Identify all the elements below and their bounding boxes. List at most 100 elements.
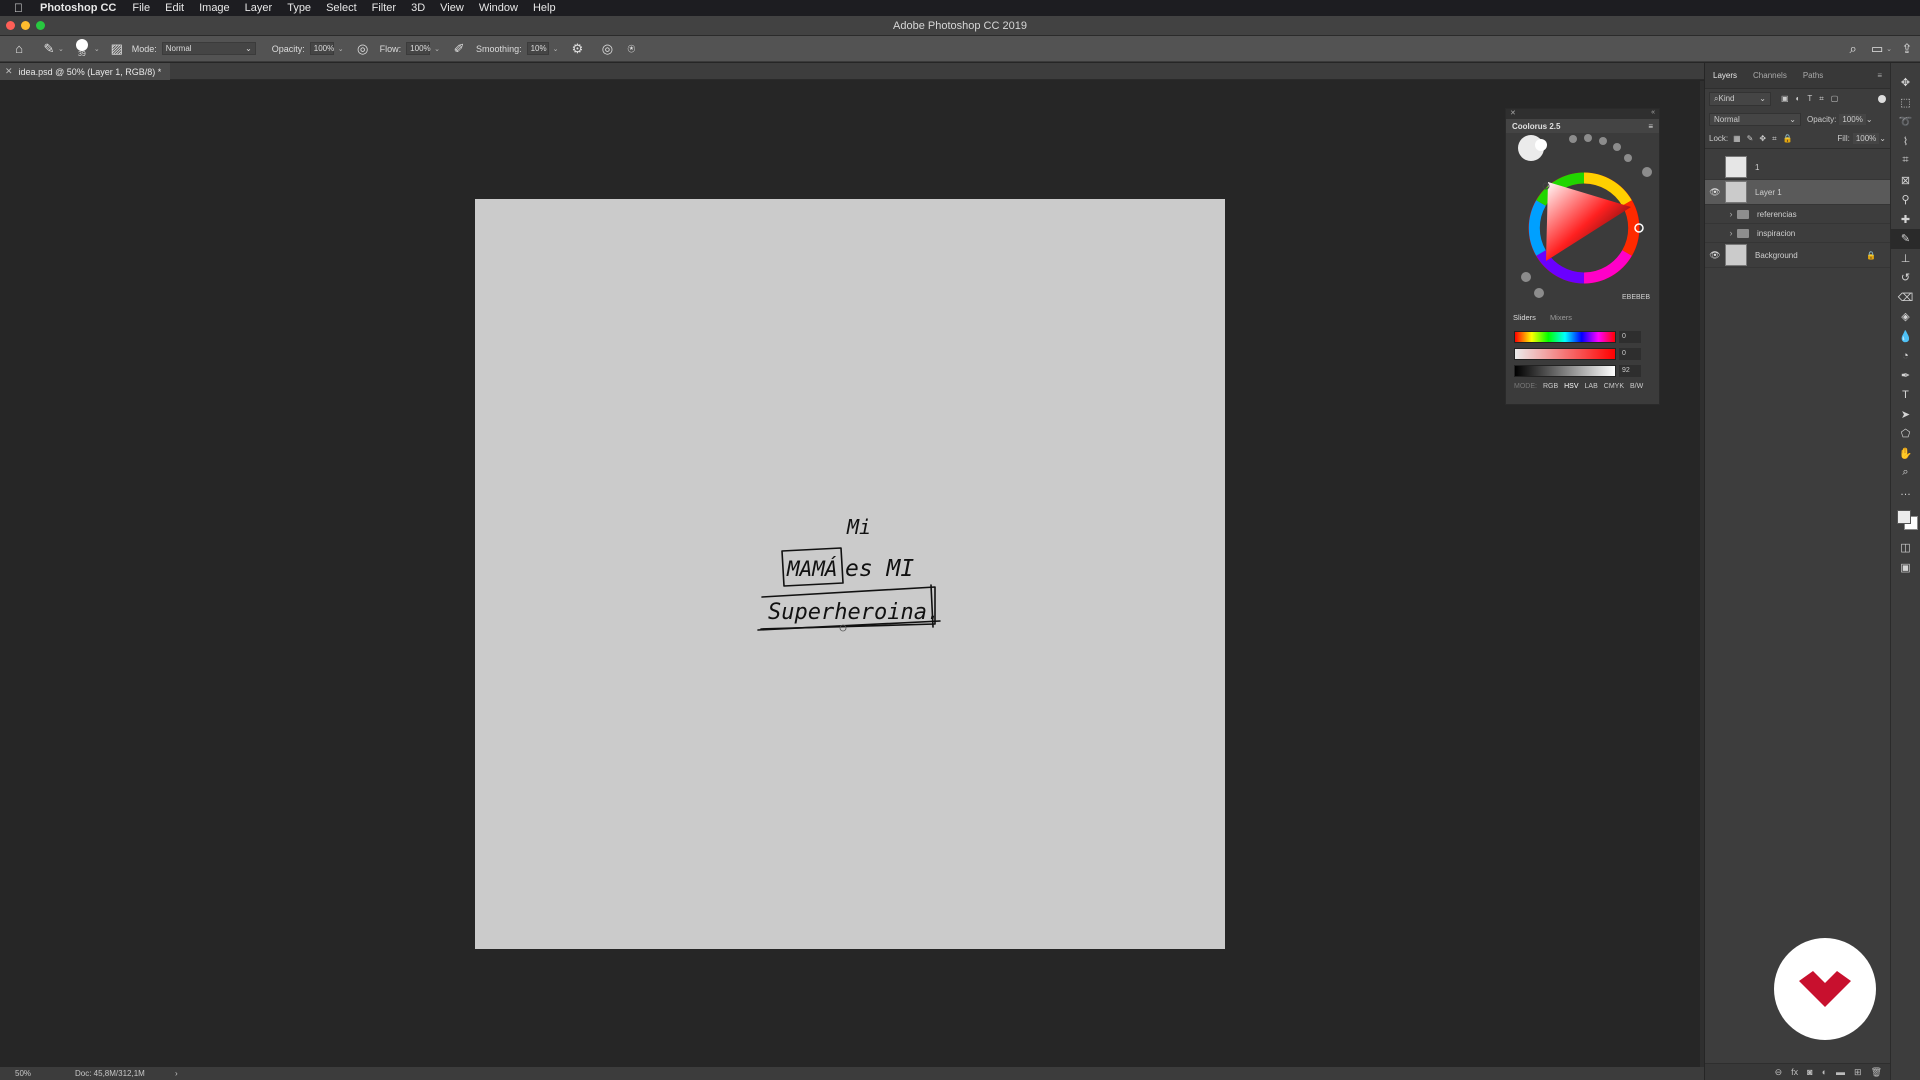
canvas-area[interactable]: Mi MAMÁ es MI Superheroina. xyxy=(0,81,1704,1067)
hue-slider[interactable] xyxy=(1514,331,1616,343)
history-brush-tool-icon[interactable]: ↺ xyxy=(1891,268,1920,288)
filter-toggle-icon[interactable] xyxy=(1878,95,1886,103)
mode-lab[interactable]: LAB xyxy=(1585,383,1598,390)
menu-filter[interactable]: Filter xyxy=(372,2,396,14)
layer-opacity-input[interactable]: 100% xyxy=(1839,113,1866,125)
layer-row[interactable]: 👁 Layer 1 xyxy=(1705,180,1890,205)
document-canvas[interactable]: Mi MAMÁ es MI Superheroina. xyxy=(475,199,1225,949)
eyedropper-tool-icon[interactable]: ⚲ xyxy=(1891,190,1920,210)
gear-icon[interactable]: ⚙ xyxy=(568,40,586,58)
lasso-tool-icon[interactable]: ➰ xyxy=(1891,112,1920,132)
layer-name[interactable]: inspiracion xyxy=(1757,229,1795,238)
mode-cmyk[interactable]: CMYK xyxy=(1604,383,1624,390)
zoom-level[interactable]: 50% xyxy=(15,1069,75,1078)
brush-tool-icon[interactable]: ✎ xyxy=(40,40,58,58)
filter-kind-select[interactable]: ⌕Kind ⌄ xyxy=(1709,92,1771,106)
chevron-down-icon[interactable]: ⌄ xyxy=(434,45,440,53)
hand-tool-icon[interactable]: ✋ xyxy=(1891,444,1920,464)
foreground-color-swatch[interactable] xyxy=(1897,510,1911,524)
layer-group-row[interactable]: › referencias xyxy=(1705,205,1890,224)
chevron-right-icon[interactable]: › xyxy=(1725,209,1737,219)
crop-tool-icon[interactable]: ⌗ xyxy=(1891,151,1920,171)
zoom-tool-icon[interactable]: ⌕ xyxy=(1891,463,1920,483)
blend-mode-select[interactable]: Normal ⌄ xyxy=(1709,112,1801,126)
symmetry-icon[interactable]: ⍟ xyxy=(622,40,640,58)
move-tool-icon[interactable]: ✥ xyxy=(1891,73,1920,93)
layer-name[interactable]: Background xyxy=(1755,251,1798,260)
share-icon[interactable]: ⇪ xyxy=(1898,40,1916,58)
menu-image[interactable]: Image xyxy=(199,2,230,14)
close-icon[interactable]: ✕ xyxy=(1510,109,1516,119)
new-group-icon[interactable]: ▬ xyxy=(1836,1067,1845,1077)
filter-icons[interactable]: ▣◐T⌗▢ xyxy=(1781,94,1845,104)
menu-file[interactable]: File xyxy=(132,2,150,14)
type-tool-icon[interactable]: T xyxy=(1891,385,1920,405)
clone-stamp-tool-icon[interactable]: ⊥ xyxy=(1891,249,1920,269)
home-icon[interactable]: ⌂ xyxy=(10,40,28,58)
link-layers-icon[interactable]: ⊖ xyxy=(1775,1067,1783,1078)
close-icon[interactable]: ✕ xyxy=(5,66,13,77)
layer-row[interactable]: 👁 Background 🔒 xyxy=(1705,243,1890,268)
chevron-down-icon[interactable]: ⌄ xyxy=(1879,134,1886,143)
paint-bucket-tool-icon[interactable]: ◈ xyxy=(1891,307,1920,327)
mode-hsv[interactable]: HSV xyxy=(1564,383,1578,390)
healing-brush-tool-icon[interactable]: ✚ xyxy=(1891,210,1920,230)
mode-select[interactable]: Normal ⌄ xyxy=(161,42,256,55)
collapse-icon[interactable]: « xyxy=(1651,109,1655,119)
marquee-tool-icon[interactable]: ⬚ xyxy=(1891,93,1920,113)
search-icon[interactable]: ⌕ xyxy=(1844,40,1862,58)
color-swatches[interactable] xyxy=(1891,502,1920,538)
brightness-slider[interactable] xyxy=(1514,365,1616,377)
tab-mixers[interactable]: Mixers xyxy=(1543,313,1579,322)
color-wheel[interactable]: EBEBEB xyxy=(1506,133,1661,313)
frame-tool-icon[interactable]: ⊠ xyxy=(1891,171,1920,191)
fill-input[interactable]: 100% xyxy=(1852,133,1880,144)
path-select-tool-icon[interactable]: ➤ xyxy=(1891,405,1920,425)
brightness-value[interactable]: 92 xyxy=(1619,365,1641,377)
quick-select-tool-icon[interactable]: ⌇ xyxy=(1891,132,1920,152)
menu-3d[interactable]: 3D xyxy=(411,2,425,14)
chevron-right-icon[interactable]: › xyxy=(1725,228,1737,238)
layer-style-icon[interactable]: fx xyxy=(1791,1067,1798,1077)
blur-tool-icon[interactable]: 💧 xyxy=(1891,327,1920,347)
status-menu-arrow[interactable]: › xyxy=(175,1069,178,1078)
layer-name[interactable]: referencias xyxy=(1757,210,1797,219)
chevron-down-icon[interactable]: ⌄ xyxy=(1886,45,1892,53)
saturation-slider[interactable] xyxy=(1514,348,1616,360)
opacity-input[interactable]: 100% xyxy=(309,42,334,55)
layer-name[interactable]: 1 xyxy=(1755,163,1759,172)
layer-mask-icon[interactable]: ◙ xyxy=(1807,1067,1812,1077)
screen-mode-icon[interactable]: ▣ xyxy=(1891,558,1920,578)
menu-select[interactable]: Select xyxy=(326,2,357,14)
smoothing-input[interactable]: 10% xyxy=(526,42,549,55)
quick-mask-icon[interactable]: ◫ xyxy=(1891,538,1920,558)
shape-tool-icon[interactable]: ⬠ xyxy=(1891,424,1920,444)
new-layer-icon[interactable]: ⊞ xyxy=(1854,1067,1862,1078)
eye-icon[interactable]: 👁 xyxy=(1705,250,1725,261)
menu-layer[interactable]: Layer xyxy=(245,2,273,14)
dodge-tool-icon[interactable]: ◔ xyxy=(1891,346,1920,366)
workspace-icon[interactable]: ▭ xyxy=(1868,40,1886,58)
pressure-size-icon[interactable]: ◎ xyxy=(598,40,616,58)
brush-settings-icon[interactable]: ▨ xyxy=(108,40,126,58)
apple-icon[interactable]:  xyxy=(14,1,28,15)
panel-menu-icon[interactable]: ≡ xyxy=(1648,122,1653,131)
more-tools-icon[interactable]: … xyxy=(1891,483,1920,503)
saturation-value[interactable]: 0 xyxy=(1619,348,1641,360)
airbrush-icon[interactable]: ✐ xyxy=(450,40,468,58)
tab-sliders[interactable]: Sliders xyxy=(1506,313,1543,322)
chevron-down-icon[interactable]: ⌄ xyxy=(94,45,100,53)
menu-type[interactable]: Type xyxy=(287,2,311,14)
hex-value[interactable]: EBEBEB xyxy=(1622,294,1650,301)
layer-group-row[interactable]: › inspiracion xyxy=(1705,224,1890,243)
pressure-opacity-icon[interactable]: ◎ xyxy=(354,40,372,58)
document-tab[interactable]: ✕ idea.psd @ 50% (Layer 1, RGB/8) * xyxy=(0,63,170,80)
chevron-down-icon[interactable]: ⌄ xyxy=(338,45,344,53)
chevron-down-icon[interactable]: ⌄ xyxy=(1866,115,1873,124)
pen-tool-icon[interactable]: ✒ xyxy=(1891,366,1920,386)
brush-tool-icon[interactable]: ✎ xyxy=(1891,229,1920,249)
chevron-down-icon[interactable]: ⌄ xyxy=(553,45,559,53)
layer-row[interactable]: 1 xyxy=(1705,155,1890,180)
menu-edit[interactable]: Edit xyxy=(165,2,184,14)
layer-name[interactable]: Layer 1 xyxy=(1755,188,1782,197)
